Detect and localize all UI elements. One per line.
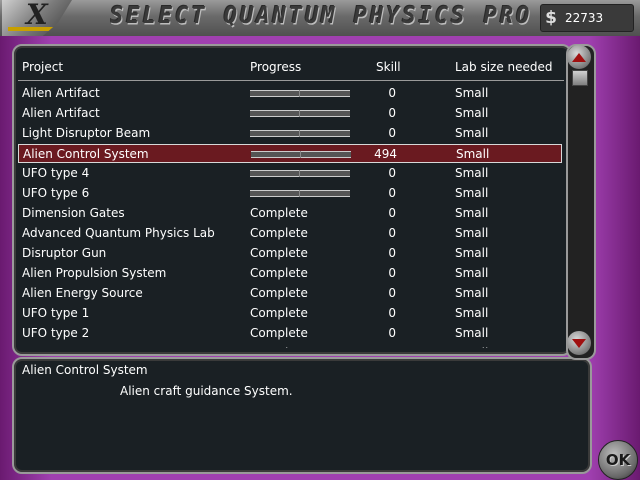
funds-display: $ 22733: [540, 4, 634, 32]
table-row[interactable]: Alien Energy Source Complete 0 Small: [18, 284, 562, 303]
row-progress: Complete: [250, 286, 308, 300]
row-project-name: Light Disruptor Beam: [22, 126, 151, 140]
row-skill: 0: [388, 286, 396, 300]
project-list[interactable]: Alien Artifact 0 Small Alien Artifact 0 Small…: [18, 82, 564, 348]
table-row[interactable]: Alien Propulsion System Complete 0 Small: [18, 264, 562, 283]
progress-bar-tick: [299, 90, 300, 97]
table-row[interactable]: Alien Control System 494 Small: [18, 144, 562, 163]
row-project-name: Alien Control System: [23, 147, 149, 161]
table-row[interactable]: Advanced Quantum Physics Lab Complete 0 Sma…: [18, 224, 562, 243]
progress-bar-tick: [299, 110, 300, 117]
row-lab-size: Small: [455, 346, 488, 348]
row-progress: Complete: [250, 346, 308, 348]
x-logo-icon: X: [2, 0, 72, 38]
row-skill: 0: [388, 246, 396, 260]
scrollbar-track[interactable]: [566, 44, 596, 360]
row-lab-size: Small: [456, 147, 490, 161]
row-progress: Complete: [250, 306, 308, 320]
row-progress: Complete: [250, 326, 308, 340]
column-header-lab-size[interactable]: Lab size needed: [455, 60, 553, 74]
table-row[interactable]: UFO type 2 Complete 0 Small: [18, 324, 562, 343]
progress-bar: [250, 190, 350, 197]
scroll-down-arrow-icon[interactable]: [567, 331, 591, 355]
table-row[interactable]: UFO type 3 Complete 0 Small: [18, 344, 562, 348]
scroll-up-arrow-icon[interactable]: [567, 45, 591, 69]
dollar-icon: $: [545, 8, 557, 28]
row-skill: 0: [388, 166, 396, 180]
table-header: Project Progress Skill Lab size needed: [22, 60, 562, 78]
row-lab-size: Small: [455, 186, 489, 200]
row-lab-size: Small: [455, 286, 489, 300]
progress-bar: [250, 130, 350, 137]
row-lab-size: Small: [455, 106, 489, 120]
column-header-project[interactable]: Project: [22, 60, 63, 74]
table-row[interactable]: UFO type 1 Complete 0 Small: [18, 304, 562, 323]
row-lab-size: Small: [455, 226, 489, 240]
row-project-name: Dimension Gates: [22, 206, 125, 220]
table-row[interactable]: UFO type 4 0 Small: [18, 164, 562, 183]
table-row[interactable]: Light Disruptor Beam 0 Small: [18, 124, 562, 143]
row-lab-size: Small: [455, 306, 489, 320]
table-row[interactable]: Dimension Gates Complete 0 Small: [18, 204, 562, 223]
row-skill: 494: [374, 147, 397, 161]
page-title: SELECT QUANTUM PHYSICS PROJECT: [110, 3, 530, 30]
row-progress: Complete: [250, 246, 308, 260]
row-project-name: Disruptor Gun: [22, 246, 107, 260]
scrollbar-thumb[interactable]: [572, 70, 588, 86]
funds-amount: 22733: [565, 11, 604, 25]
row-skill: 0: [356, 346, 396, 348]
column-header-skill[interactable]: Skill: [376, 60, 416, 74]
row-progress: Complete: [250, 266, 308, 280]
progress-bar-tick: [299, 190, 300, 197]
row-project-name: UFO type 4: [22, 166, 90, 180]
row-progress: Complete: [250, 206, 308, 220]
table-row[interactable]: Alien Artifact 0 Small: [18, 104, 562, 123]
row-project-name: Alien Artifact: [22, 86, 100, 100]
description-text: Alien craft guidance System.: [120, 384, 293, 398]
row-progress: Complete: [250, 226, 308, 240]
progress-bar: [251, 151, 351, 158]
row-lab-size: Small: [455, 206, 489, 220]
row-skill: 0: [388, 106, 396, 120]
row-project-name: UFO type 2: [22, 326, 90, 340]
row-project-name: Alien Propulsion System: [22, 266, 167, 280]
row-project-name: UFO type 3: [22, 346, 89, 348]
progress-bar-tick: [299, 130, 300, 137]
table-row[interactable]: Disruptor Gun Complete 0 Small: [18, 244, 562, 263]
column-header-progress[interactable]: Progress: [250, 60, 301, 74]
header-divider: [18, 80, 564, 81]
row-project-name: Alien Energy Source: [22, 286, 143, 300]
ok-button-label: OK: [605, 451, 631, 469]
row-lab-size: Small: [455, 246, 489, 260]
row-lab-size: Small: [455, 326, 489, 340]
row-skill: 0: [388, 306, 396, 320]
logo-bar: [8, 27, 54, 31]
row-lab-size: Small: [455, 166, 489, 180]
ok-button[interactable]: OK: [598, 440, 638, 480]
row-project-name: UFO type 1: [22, 306, 90, 320]
row-project-name: Alien Artifact: [22, 106, 100, 120]
row-project-name: UFO type 6: [22, 186, 90, 200]
row-lab-size: Small: [455, 126, 489, 140]
row-skill: 0: [388, 86, 396, 100]
row-skill: 0: [388, 126, 396, 140]
description-title: Alien Control System: [22, 363, 148, 377]
row-skill: 0: [388, 266, 396, 280]
progress-bar: [250, 110, 350, 117]
title-bar: X SELECT QUANTUM PHYSICS PROJECT $ 22733: [0, 0, 640, 38]
progress-bar: [250, 170, 350, 177]
progress-bar: [250, 90, 350, 97]
row-lab-size: Small: [455, 266, 489, 280]
progress-bar-tick: [300, 151, 301, 158]
table-row[interactable]: UFO type 6 0 Small: [18, 184, 562, 203]
row-project-name: Advanced Quantum Physics Lab: [22, 226, 215, 240]
progress-bar-tick: [299, 170, 300, 177]
row-skill: 0: [388, 186, 396, 200]
table-row[interactable]: Alien Artifact 0 Small: [18, 84, 562, 103]
row-skill: 0: [388, 226, 396, 240]
row-skill: 0: [388, 326, 396, 340]
row-skill: 0: [388, 206, 396, 220]
row-lab-size: Small: [455, 86, 489, 100]
